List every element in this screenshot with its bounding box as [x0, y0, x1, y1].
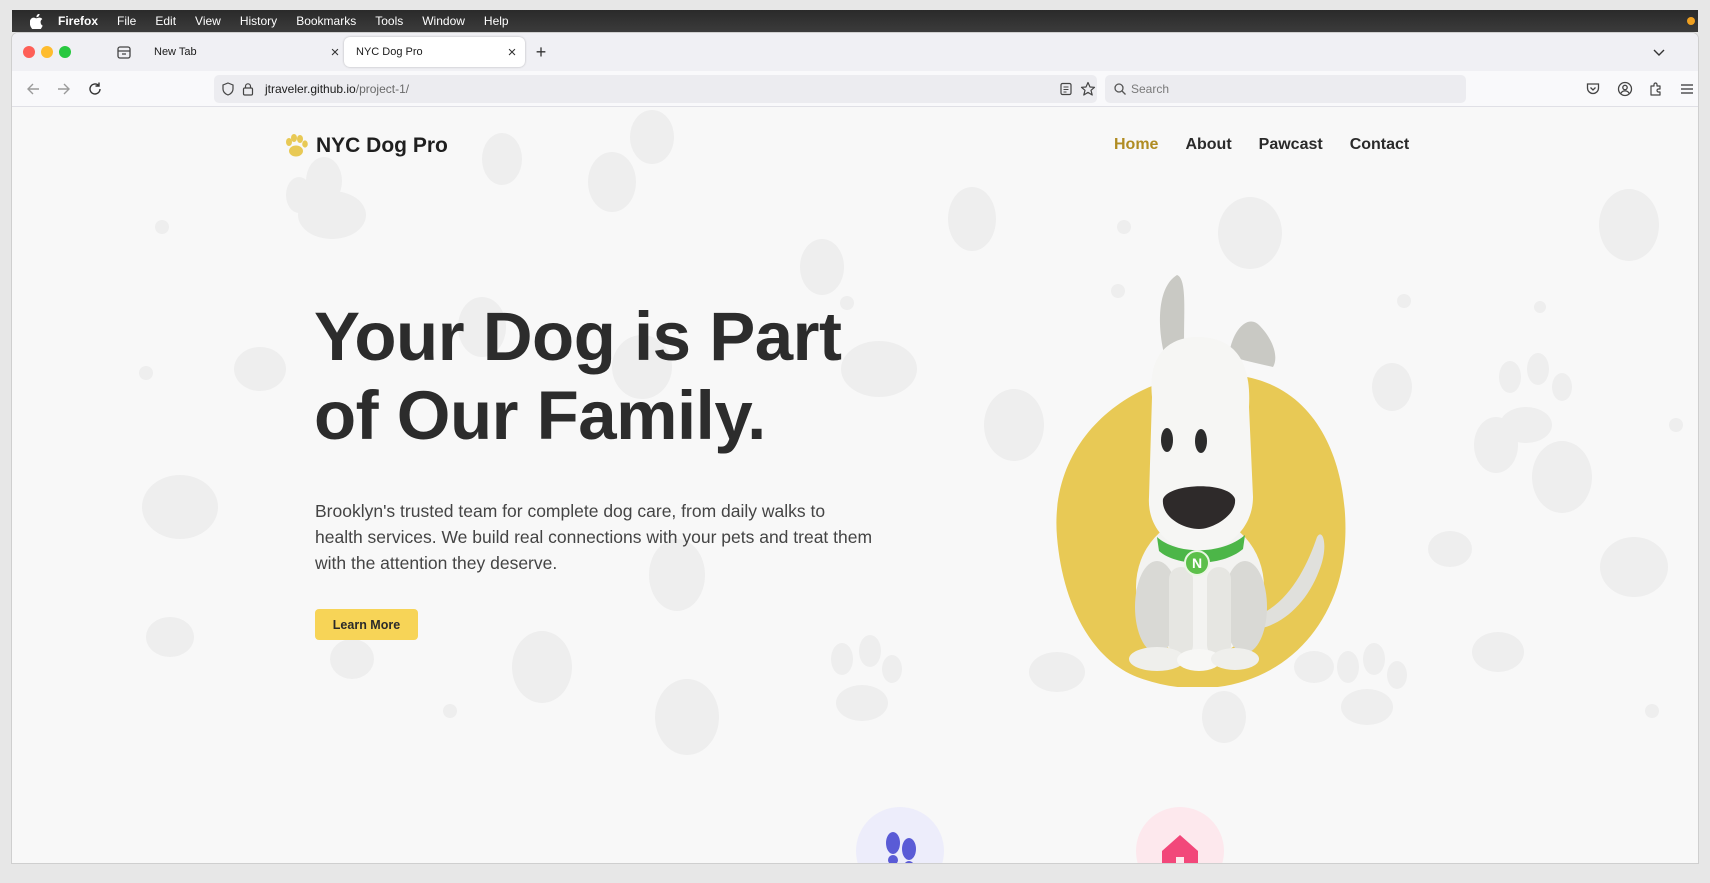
bookmark-star-icon[interactable] [1079, 80, 1097, 98]
main-nav: Home About Pawcast Contact [1114, 136, 1436, 154]
tab-nyc-dog-pro[interactable]: NYC Dog Pro × [344, 37, 525, 67]
url-host: jtraveler.github.io [265, 82, 356, 96]
nav-about[interactable]: About [1185, 136, 1231, 154]
apple-icon[interactable] [30, 13, 48, 29]
menu-bookmarks[interactable]: Bookmarks [296, 14, 356, 28]
browser-window: New Tab × NYC Dog Pro × + jtraveler.gith… [12, 33, 1698, 863]
tab-title: New Tab [154, 46, 197, 58]
reload-icon[interactable] [86, 80, 104, 98]
close-window-button[interactable] [23, 46, 35, 58]
forward-icon[interactable] [55, 80, 73, 98]
hero-title-line-1: Your Dog is Part [314, 298, 842, 375]
pocket-icon[interactable] [1584, 80, 1602, 98]
search-bar[interactable]: Search [1105, 75, 1466, 103]
extensions-icon[interactable] [1647, 80, 1665, 98]
account-icon[interactable] [1616, 80, 1634, 98]
menu-view[interactable]: View [195, 14, 221, 28]
site-logo[interactable]: NYC Dog Pro [283, 134, 448, 158]
menu-help[interactable]: Help [484, 14, 509, 28]
hero-title-line-2: of Our Family. [314, 377, 766, 454]
collar-tag-letter: N [1192, 555, 1202, 571]
menu-file[interactable]: File [117, 14, 136, 28]
url-text[interactable]: jtraveler.github.io/project-1/ [265, 82, 409, 96]
macos-menubar: Firefox File Edit View History Bookmarks… [12, 10, 1698, 32]
home-icon [1136, 807, 1224, 863]
close-tab-icon[interactable]: × [503, 44, 521, 61]
tab-bar: New Tab × NYC Dog Pro × + [12, 33, 1698, 71]
menu-edit[interactable]: Edit [155, 14, 176, 28]
nav-pawcast[interactable]: Pawcast [1259, 136, 1323, 154]
back-icon[interactable] [24, 80, 42, 98]
reader-view-icon[interactable] [1057, 80, 1075, 98]
brand-name: NYC Dog Pro [316, 134, 448, 157]
url-bar[interactable]: jtraveler.github.io/project-1/ [214, 75, 1097, 103]
dog-illustration: N [1056, 275, 1346, 687]
nav-home[interactable]: Home [1114, 136, 1158, 154]
nav-contact[interactable]: Contact [1350, 136, 1410, 154]
footprints-icon [856, 807, 944, 863]
hero-title: Your Dog is Part of Our Family. [314, 297, 934, 455]
menu-hamburger-icon[interactable] [1678, 80, 1696, 98]
web-page: NYC Dog Pro Home About Pawcast Contact Y… [12, 107, 1698, 863]
close-tab-icon[interactable]: × [326, 44, 344, 61]
zoom-window-button[interactable] [59, 46, 71, 58]
status-dot-icon [1687, 17, 1695, 25]
minimize-window-button[interactable] [41, 46, 53, 58]
search-placeholder: Search [1131, 82, 1170, 96]
new-tab-button[interactable]: + [532, 42, 550, 62]
learn-more-button[interactable]: Learn More [315, 609, 418, 640]
lock-icon[interactable] [239, 80, 257, 98]
nav-toolbar: jtraveler.github.io/project-1/ Search [12, 71, 1698, 107]
list-all-tabs-icon[interactable] [1650, 43, 1668, 61]
menu-window[interactable]: Window [422, 14, 465, 28]
url-path: /project-1/ [355, 82, 410, 96]
paw-pattern-background [139, 110, 1683, 755]
tab-overview-icon[interactable] [115, 43, 133, 61]
tracking-protection-shield-icon[interactable] [219, 80, 237, 98]
menu-history[interactable]: History [240, 14, 277, 28]
tab-new-tab[interactable]: New Tab × [142, 37, 348, 67]
menu-tools[interactable]: Tools [375, 14, 403, 28]
search-icon [1111, 80, 1129, 98]
tab-title: NYC Dog Pro [356, 46, 423, 58]
paw-logo-icon [286, 134, 308, 157]
menu-firefox[interactable]: Firefox [58, 14, 98, 28]
hero-description: Brooklyn's trusted team for complete dog… [315, 501, 873, 573]
